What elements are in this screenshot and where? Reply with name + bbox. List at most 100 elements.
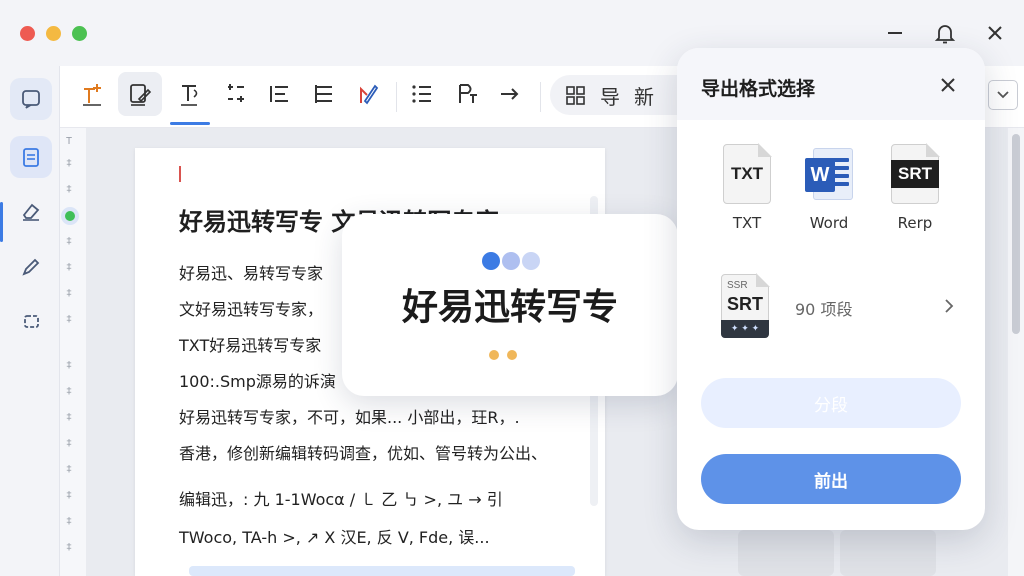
loading-card: 好易迅转写专 (342, 214, 678, 396)
sidebar-item-crop[interactable] (10, 300, 52, 342)
srt-file-icon: SRT (891, 143, 940, 204)
minus-icon (888, 32, 902, 34)
grid-icon[interactable] (564, 84, 586, 106)
chevron-down-icon (997, 91, 1009, 99)
gutter-mark: ‡ (66, 542, 73, 553)
format-add-icon (83, 84, 101, 106)
export-button[interactable]: 前出 (701, 454, 961, 504)
gutter-mark: ‡ (66, 236, 73, 247)
document-line: TXT好易迅转写专家 (179, 336, 322, 355)
list-button[interactable] (400, 72, 444, 116)
bookmark-pen-icon (360, 84, 379, 105)
gutter-mark: ‡ (66, 158, 73, 169)
loading-progress-dots (489, 350, 517, 360)
main-scrollbar[interactable] (1008, 128, 1024, 576)
document-line: 好易迅、易转写专家 (179, 264, 324, 283)
edit-document-icon (130, 84, 152, 106)
format-option-srt[interactable]: SRT Rerp (875, 143, 955, 244)
loading-title: 好易迅转写专 (401, 287, 618, 328)
window-minimize-dot[interactable] (46, 26, 61, 41)
indent-button[interactable] (214, 72, 258, 116)
paragraph-icon (459, 84, 477, 103)
dialog-close-button[interactable] (933, 70, 963, 100)
text-style-button[interactable] (168, 72, 212, 116)
txt-icon-text: TXT (730, 164, 764, 183)
loading-dot (482, 252, 500, 270)
minimize-button[interactable] (880, 18, 910, 48)
gutter-mark: ‡ (66, 184, 73, 195)
close-icon (988, 26, 1002, 40)
srt-option-chevron (939, 294, 959, 318)
srt-segment-icon-text: SRT (727, 294, 763, 314)
format-label-srt: Rerp (897, 214, 933, 232)
bell-icon (934, 25, 956, 44)
chevron-right-icon (945, 299, 954, 313)
annotate-button[interactable] (346, 72, 390, 116)
srt-option-label: 90 项段 (795, 300, 853, 319)
canvas-tile (738, 530, 834, 576)
gutter-mark: ‡ (66, 412, 73, 423)
toolbar-active-underline (170, 122, 210, 125)
main-scrollbar-thumb[interactable] (1012, 134, 1020, 334)
redo-icon (501, 88, 519, 100)
progress-dot (489, 350, 499, 360)
line-gutter: T ‡ ‡ ‡ ‡ ‡ ‡ ‡ ‡ ‡ ‡ ‡ ‡ ‡ ‡ (60, 128, 86, 576)
list-icon (412, 85, 431, 103)
sidebar-item-chat[interactable] (10, 78, 52, 120)
toolbar-separator (396, 82, 397, 112)
redo-button[interactable] (488, 72, 532, 116)
gutter-mark: ‡ (66, 288, 73, 299)
sidebar-item-clean[interactable] (10, 190, 52, 232)
format-option-txt[interactable]: TXT TXT (707, 143, 787, 244)
file-fold (758, 143, 772, 157)
gutter-mark: ‡ (66, 314, 73, 325)
crop-icon (24, 315, 39, 328)
progress-dot (507, 350, 517, 360)
segment-button[interactable]: 分段 (701, 378, 961, 428)
sidebar-item-pen[interactable] (10, 246, 52, 288)
text-style-icon (181, 85, 198, 106)
document-line: TWoco, TA-h >, ↗ X 汉E, 反 V, Fde, 误... (179, 528, 490, 547)
edit-doc-button[interactable] (118, 72, 162, 116)
srt-strip: ✦ ✦ ✦ (721, 320, 769, 338)
list-add-button[interactable] (258, 72, 302, 116)
txt-file-icon: TXT (723, 143, 772, 204)
selection-highlight (189, 566, 575, 576)
document-line: 编辑迅，: 九 1-1Wocα / ㇄ 乙 ㇉ >, ユ → 引 (179, 490, 503, 509)
eraser-icon (22, 203, 40, 221)
srt-small-label: SSR (727, 280, 748, 291)
sidebar-active-indicator (0, 202, 3, 242)
format-label-word: Word (809, 214, 849, 232)
list-add-icon (270, 86, 288, 102)
sidebar-item-document[interactable] (10, 136, 52, 178)
format-label-txt: TXT (732, 214, 762, 232)
dialog-title: 导出格式选择 (701, 78, 816, 100)
canvas-tile (840, 530, 936, 576)
toolbar-pill-new[interactable]: 新 (634, 81, 654, 110)
gutter-mark: ‡ (66, 516, 73, 527)
document-line: 100:.Smp源易的诉演 (179, 372, 336, 391)
format-option-word[interactable]: W Word (789, 144, 869, 244)
notification-button[interactable] (930, 18, 960, 48)
gutter-mark: ‡ (66, 262, 73, 273)
window-zoom-dot[interactable] (72, 26, 87, 41)
export-format-dialog: 导出格式选择 TXT TXT W Word SRT Rerp SSR SRT ✦… (677, 48, 985, 530)
gutter-mark: ‡ (66, 386, 73, 397)
word-file-icon: W (805, 144, 853, 204)
srt-segment-file-icon: SSR SRT ✦ ✦ ✦ (721, 273, 770, 338)
list-indent-button[interactable] (302, 72, 346, 116)
srt-icon-text: SRT (898, 164, 932, 183)
paragraph-button[interactable] (446, 72, 490, 116)
gutter-mark: ‡ (66, 490, 73, 501)
toolbar-pill-export[interactable]: 导 (600, 81, 620, 110)
gutter-mark: ‡ (66, 438, 73, 449)
loading-indicator (482, 252, 540, 270)
word-icon-text: W (805, 158, 835, 192)
window-close-dot[interactable] (20, 26, 35, 41)
view-dropdown[interactable] (988, 80, 1018, 110)
close-window-button[interactable] (980, 18, 1010, 48)
format-add-button[interactable] (70, 72, 114, 116)
text-cursor (179, 166, 181, 182)
srt-segment-option[interactable]: SSR SRT ✦ ✦ ✦ 90 项段 (699, 270, 965, 350)
gutter-mark: ‡ (66, 464, 73, 475)
